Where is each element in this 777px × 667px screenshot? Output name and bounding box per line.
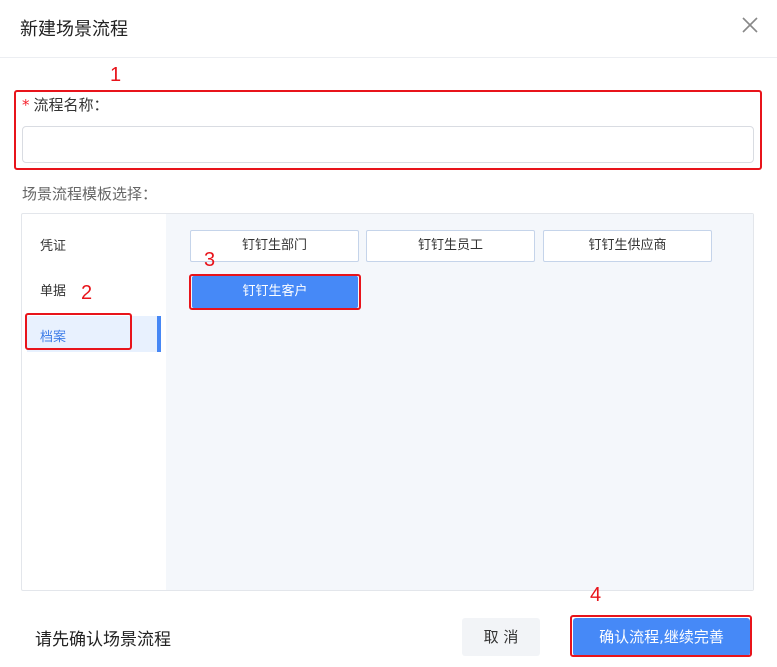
annotation-box-2 xyxy=(25,313,132,350)
annotation-box-4 xyxy=(570,615,752,657)
required-mark: * xyxy=(22,96,30,114)
dialog-title: 新建场景流程 xyxy=(20,19,128,40)
template-dept[interactable]: 钉钉生部门 xyxy=(190,230,359,262)
template-supplier[interactable]: 钉钉生供应商 xyxy=(543,230,712,262)
annotation-4: 4 xyxy=(590,584,602,606)
annotation-2: 2 xyxy=(81,282,93,304)
annotation-box-3 xyxy=(189,274,361,310)
category-document[interactable]: 单据 xyxy=(40,280,66,299)
process-name-label: * 流程名称： xyxy=(22,94,109,115)
annotation-3: 3 xyxy=(204,249,216,271)
annotation-1: 1 xyxy=(110,64,122,86)
template-list-area xyxy=(166,214,753,590)
template-staff[interactable]: 钉钉生员工 xyxy=(366,230,535,262)
template-select-label: 场景流程模板选择： xyxy=(22,185,158,203)
footer-hint: 请先确认场景流程 xyxy=(35,630,171,650)
dialog-header: 新建场景流程 xyxy=(0,0,777,58)
process-name-input[interactable] xyxy=(22,126,754,163)
category-active-bar xyxy=(157,316,161,352)
process-name-label-text: 流程名称： xyxy=(33,96,109,114)
close-icon[interactable] xyxy=(741,16,759,34)
cancel-button[interactable]: 取 消 xyxy=(462,618,540,656)
category-voucher[interactable]: 凭证 xyxy=(40,235,66,254)
